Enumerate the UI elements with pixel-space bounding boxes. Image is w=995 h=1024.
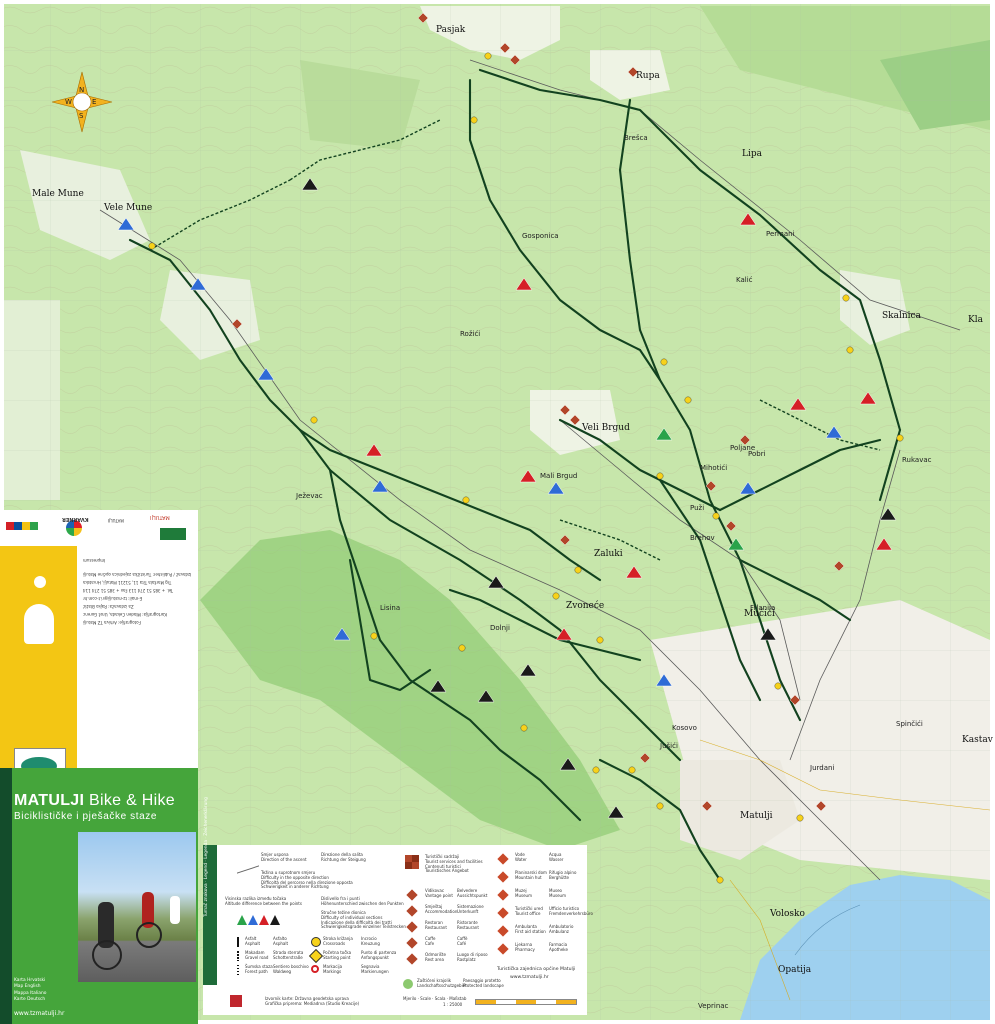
title-matulji: MATULJI [14,792,85,809]
place-kosovo: Kosovo [672,724,697,732]
place-puzi: Puži [690,504,704,512]
gravel-line-icon [237,951,239,961]
cover-title: MATULJI Bike & Hike Biciklističke i pješ… [14,792,175,822]
tourist-service-icon [405,855,419,869]
place-matulji: Matulji [740,811,773,821]
place-frlanija: Frlanija [750,604,775,612]
place-kalic: Kalić [736,276,753,284]
place-jurdani: Jurdani [809,764,834,772]
impressum-text: Impressum Izdavač / Publisher: Turističk… [77,546,198,802]
place-permani: Permani [766,230,795,238]
asphalt-line-icon [237,937,239,947]
place-veli-brgud: Veli Brgud [581,423,630,433]
svg-text:N: N [79,86,84,94]
place-brehov: Brehov [690,534,715,542]
matulji-red-label: MATULJI [150,514,170,520]
water-icon [497,853,509,865]
place-pasjak: Pasjak [436,25,466,35]
place-male-mune: Male Mune [32,189,84,199]
park-logo-icon [160,528,186,540]
accommodation-icon [406,905,418,917]
svg-text:E: E [92,98,96,106]
publisher-website[interactable]: www.tzmatulji.hr [510,975,549,980]
croatia-logo [6,518,44,536]
place-lisina: Lisina [380,604,400,612]
scale-value: 1 : 25000 [443,1002,463,1007]
kvarner-rosette-icon [66,520,82,536]
cover-website[interactable]: www.tzmatulji.hr [14,1010,64,1017]
ascent-arrow-icon [237,855,259,874]
difficulty-triangles-icon [237,911,281,930]
vantage-point-icon [406,889,418,901]
title-bike-hike: Bike & Hike [89,792,175,809]
place-lipa: Lipa [742,149,763,159]
place-gosponica: Gosponica [522,232,559,240]
side-panel: KVARNER MATULJI MATULJI Impressum Izdava… [0,510,198,1024]
cover-photo-cyclists [78,832,196,982]
scale-bar [475,999,577,1005]
pharmacy-icon [497,943,509,955]
place-mihotici: Mihotići [700,464,727,472]
markings-icon [311,965,319,973]
place-dolnji: Dolnji [490,624,510,632]
place-zaluki: Zaluki [594,549,623,559]
place-spincici: Spinčići [896,720,923,728]
place-skalnica: Skalnica [882,311,922,321]
cartography-credits: Izvornik karte: Državna geodetska uprava… [265,996,360,1006]
first-aid-icon [497,925,509,937]
legend-header: Tumač znakova · Legend · Legenda · Zeich… [204,797,209,917]
place-jezevac: Ježevac [295,492,323,500]
matulji-logo-label: MATULJI [108,518,124,523]
place-mali-brgud: Mali Brgud [540,472,577,480]
forest-path-icon [237,965,239,975]
map-legend: Tumač znakova · Legend · Legenda · Zeich… [203,797,593,1015]
mountain-hut-icon [497,871,509,883]
kvarner-label: KVARNER [62,516,89,522]
place-rozici: Rožići [460,330,480,338]
title-subtitle: Biciklističke i pješačke staze [14,811,158,822]
restaurant-icon [406,921,418,933]
svg-text:S: S [79,112,84,120]
place-volosko: Volosko [769,909,805,919]
starting-point-icon [308,948,324,964]
place-klana: Kla [968,315,984,325]
protected-landscape-icon [403,979,413,989]
language-list: Karta Hrvatski Map English Mappa Italian… [14,978,47,1003]
svg-text:W: W [65,98,72,106]
place-vele-mune: Vele Mune [103,203,152,213]
place-opatija: Opatija [778,965,812,975]
place-bresca: Brešca [624,134,648,142]
cafe-icon [406,937,418,949]
place-veprinac: Veprinac [698,1002,729,1010]
place-rupa: Rupa [636,71,660,81]
tourist-office-icon [497,907,509,919]
side-logos: KVARNER MATULJI MATULJI [0,510,198,546]
tz-logo-icon [230,995,242,1007]
rest-area-icon [406,953,418,965]
publisher-name: Turistička zajednica općine Matulji [497,967,576,972]
place-kastav: Kastav [962,735,994,745]
crossroads-icon [311,937,321,947]
place-poljane: Poljane [730,444,755,452]
side-yellow-panel [0,546,77,802]
matulji-bikehike-logo-icon [24,604,54,644]
place-jusici: Jušići [659,742,678,750]
museum-icon [497,889,509,901]
place-rukavac: Rukavac [902,456,932,464]
place-zvonece: Zvoneće [566,600,604,611]
logo-dot-icon [34,576,46,588]
